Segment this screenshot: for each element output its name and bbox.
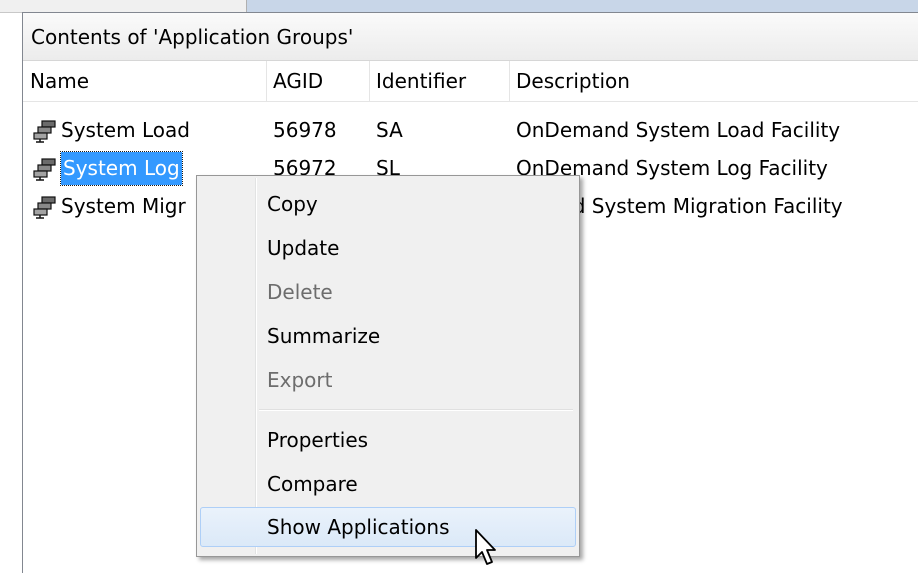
name-cell: System Log	[33, 151, 183, 186]
column-header-agid[interactable]: AGID	[266, 61, 369, 101]
table-row[interactable]: System Load 56978 SA OnDemand System Loa…	[23, 114, 918, 147]
row-name: System Migr	[61, 194, 186, 218]
description-cell: OnDemand System Load Facility	[516, 118, 841, 142]
pane-title: Contents of 'Application Groups'	[23, 13, 918, 61]
application-group-icon	[33, 157, 56, 181]
agid-cell: 56978	[273, 118, 337, 142]
column-header-name[interactable]: Name	[23, 61, 266, 101]
application-group-icon	[33, 195, 56, 219]
menu-item-show-applications[interactable]: Show Applications	[200, 507, 576, 547]
column-header-row: Name AGID Identifier Description	[23, 61, 918, 102]
menu-item-update[interactable]: Update	[200, 228, 576, 268]
context-menu: Copy Update Delete Summarize Export Prop…	[196, 175, 580, 557]
row-name: System Load	[61, 118, 190, 142]
menu-item-copy[interactable]: Copy	[200, 184, 576, 224]
menu-item-delete[interactable]: Delete	[200, 272, 576, 312]
identifier-cell: SA	[376, 118, 403, 142]
column-header-description[interactable]: Description	[509, 61, 918, 101]
mouse-pointer-icon	[475, 529, 496, 565]
row-name: System Log	[60, 151, 183, 186]
column-header-identifier[interactable]: Identifier	[369, 61, 509, 101]
menu-item-compare[interactable]: Compare	[200, 464, 576, 504]
menu-item-export[interactable]: Export	[200, 360, 576, 400]
name-cell: System Migr	[33, 190, 186, 223]
name-cell: System Load	[33, 114, 190, 147]
application-group-icon	[33, 119, 56, 143]
toolbar-edge	[246, 0, 918, 12]
menu-item-properties[interactable]: Properties	[200, 420, 576, 460]
menu-separator	[259, 409, 573, 411]
menu-item-summarize[interactable]: Summarize	[200, 316, 576, 356]
